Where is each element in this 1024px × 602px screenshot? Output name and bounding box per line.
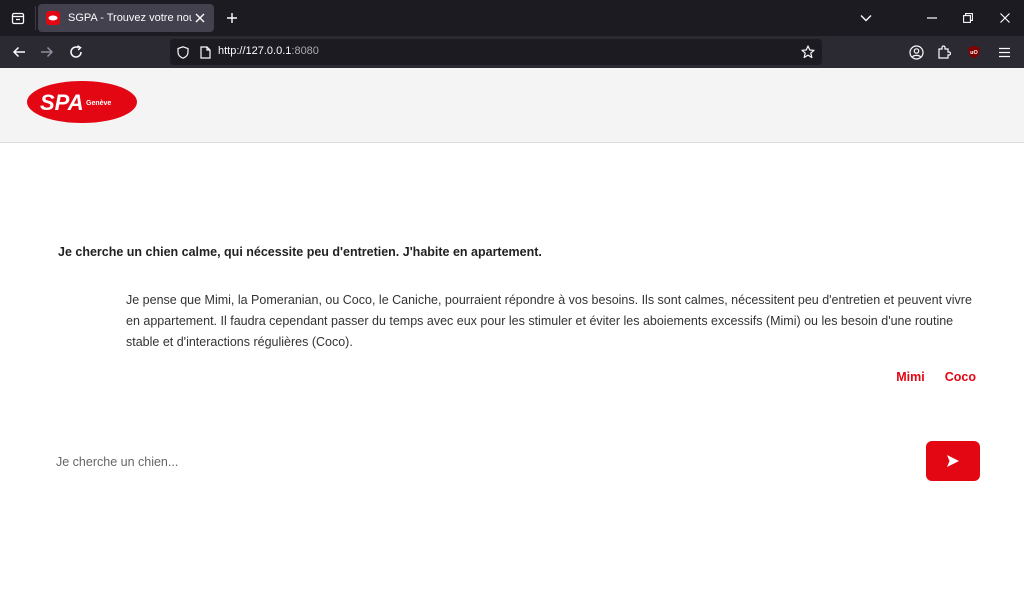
plus-icon	[227, 13, 237, 23]
extensions-button[interactable]	[934, 42, 954, 62]
search-input[interactable]	[44, 446, 914, 478]
chevron-down-icon	[860, 15, 872, 22]
assistant-answer: Je pense que Mimi, la Pomeranian, ou Coc…	[126, 293, 972, 349]
page-icon[interactable]	[197, 44, 213, 60]
menu-button[interactable]	[994, 42, 1014, 62]
tab-title: SGPA - Trouvez votre nouveau compagnon	[68, 12, 192, 24]
shield-icon[interactable]	[175, 44, 191, 60]
ublock-shield-icon: uO	[968, 45, 980, 59]
logo-text-main: SPA	[40, 90, 84, 115]
tab-divider	[35, 6, 36, 30]
arrow-right-icon	[41, 46, 54, 58]
browser-tabbar: SGPA - Trouvez votre nouveau compagnon	[0, 0, 1024, 36]
svg-text:uO: uO	[970, 50, 978, 56]
account-button[interactable]	[906, 42, 926, 62]
tab-overview-icon	[11, 12, 25, 25]
browser-toolbar: http://127.0.0.1:8080 uO	[0, 36, 1024, 68]
new-tab-button[interactable]	[222, 8, 242, 28]
reload-button[interactable]	[66, 42, 86, 62]
send-icon	[947, 455, 959, 467]
spa-favicon-icon	[46, 11, 60, 25]
forward-button[interactable]	[37, 42, 57, 62]
url-port: :8080	[291, 45, 319, 57]
url-host: http://127.0.0.1	[218, 45, 292, 57]
account-icon	[908, 44, 924, 60]
close-window-button[interactable]	[995, 8, 1015, 28]
site-header	[0, 68, 1024, 143]
hamburger-menu-icon	[998, 47, 1010, 57]
restore-icon	[963, 13, 973, 23]
user-question: Je cherche un chien calme, qui nécessite…	[58, 245, 542, 259]
ublock-button[interactable]: uO	[964, 42, 984, 62]
tab-list-button[interactable]	[856, 8, 876, 28]
bookmark-star-icon[interactable]	[800, 44, 816, 60]
puzzle-icon	[938, 45, 951, 59]
restore-button[interactable]	[958, 8, 978, 28]
spa-geneve-logo[interactable]: SPA Genève	[26, 80, 138, 124]
minimize-button[interactable]	[922, 8, 942, 28]
url-text: http://127.0.0.1:8080	[218, 45, 319, 57]
minimize-icon	[927, 17, 937, 19]
back-button[interactable]	[9, 42, 29, 62]
close-tab-icon[interactable]	[192, 10, 208, 26]
tab-overview-button[interactable]	[6, 6, 30, 30]
arrow-left-icon	[12, 46, 25, 58]
dog-link-coco[interactable]: Coco	[945, 370, 976, 384]
tab-active[interactable]: SGPA - Trouvez votre nouveau compagnon	[38, 4, 214, 32]
dog-links: Mimi Coco	[860, 370, 976, 384]
reload-icon	[70, 45, 82, 58]
url-bar[interactable]: http://127.0.0.1:8080	[170, 39, 822, 65]
logo-text-sub: Genève	[86, 100, 111, 107]
send-button[interactable]	[926, 441, 980, 481]
dog-link-mimi[interactable]: Mimi	[896, 370, 924, 384]
close-icon	[1000, 13, 1010, 23]
